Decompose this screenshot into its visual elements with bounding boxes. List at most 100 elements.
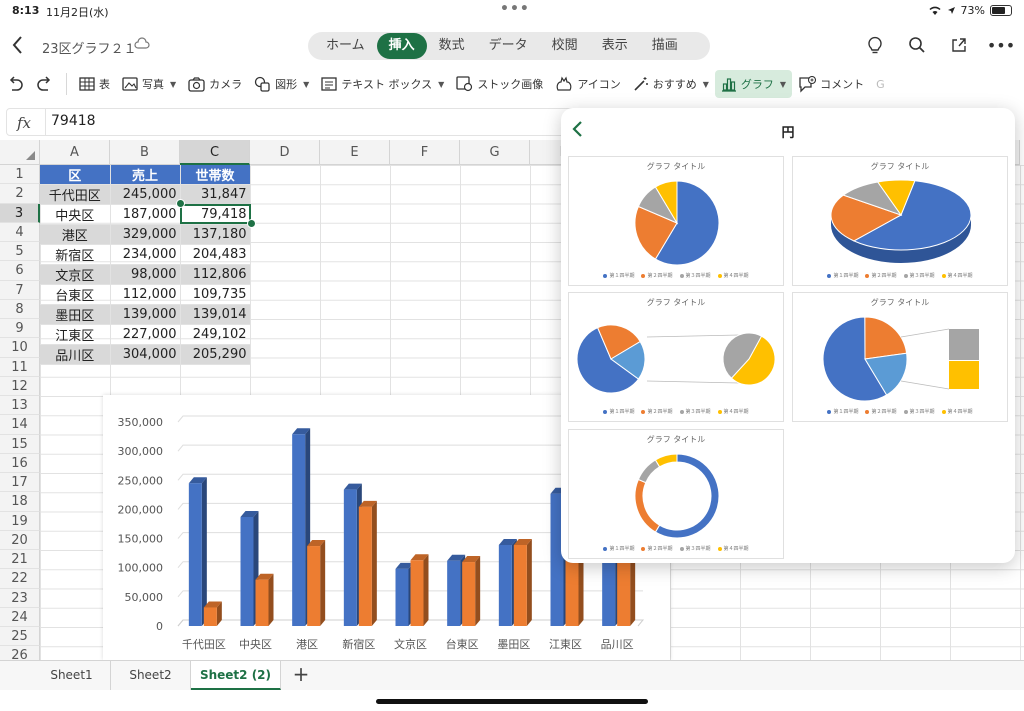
row-header-23[interactable]: 23 xyxy=(0,588,40,608)
insert-chart-button[interactable]: グラフ ▼ xyxy=(714,70,793,98)
households-cell[interactable]: 112,806 xyxy=(180,264,251,285)
row-header-13[interactable]: 13 xyxy=(0,396,40,416)
households-cell[interactable]: 139,014 xyxy=(180,304,251,325)
selection-handle-bottom-right[interactable] xyxy=(246,219,256,228)
ward-name-cell[interactable]: 千代田区 xyxy=(40,184,111,205)
more-options-icon[interactable]: ••• xyxy=(987,34,1015,56)
table-header-cell[interactable]: 売上 xyxy=(110,165,181,185)
sheet-tab-2[interactable]: Sheet2 (2) xyxy=(191,661,281,690)
row-header-11[interactable]: 11 xyxy=(0,357,40,377)
row-header-14[interactable]: 14 xyxy=(0,415,40,435)
sales-cell[interactable]: 304,000 xyxy=(110,344,181,365)
chart-thumbnail-doughnut[interactable]: グラフ タイトル 第１四半期 第２四半期 第３四半期 第４四半期 xyxy=(568,429,784,559)
tab-6[interactable]: 描画 xyxy=(640,33,690,59)
bar[interactable] xyxy=(498,544,512,626)
formula-input[interactable]: 79418 xyxy=(51,113,96,129)
column-header-a[interactable]: A xyxy=(40,140,110,165)
tab-3[interactable]: データ xyxy=(477,33,540,59)
row-header-15[interactable]: 15 xyxy=(0,434,40,454)
row-header-4[interactable]: 4 xyxy=(0,222,40,242)
row-header-3[interactable]: 3 xyxy=(0,203,40,223)
column-header-b[interactable]: B xyxy=(110,140,180,165)
tab-4[interactable]: 校閲 xyxy=(540,33,590,59)
sales-cell[interactable]: 227,000 xyxy=(110,324,181,345)
table-header-cell[interactable]: 世帯数 xyxy=(180,165,251,185)
chart-thumbnail-pie[interactable]: グラフ タイトル 第１四半期 第２四半期 第３四半期 第４四半期 xyxy=(568,156,784,286)
row-header-12[interactable]: 12 xyxy=(0,376,40,396)
row-header-18[interactable]: 18 xyxy=(0,492,40,512)
chart-thumbnail-pie-of-pie[interactable]: グラフ タイトル 第１四半期 第２四半期 第３四半期 第４四半期 xyxy=(568,292,784,422)
row-header-10[interactable]: 10 xyxy=(0,338,40,358)
households-cell[interactable]: 204,483 xyxy=(180,244,251,265)
households-cell[interactable]: 31,847 xyxy=(180,184,251,205)
sales-cell[interactable]: 234,000 xyxy=(110,244,181,265)
back-chevron-icon[interactable] xyxy=(10,34,26,56)
icons-button[interactable]: アイコン xyxy=(549,70,626,98)
bar[interactable] xyxy=(395,568,409,626)
households-cell[interactable]: 249,102 xyxy=(180,324,251,345)
row-header-8[interactable]: 8 xyxy=(0,299,40,319)
tab-5[interactable]: 表示 xyxy=(590,33,640,59)
households-cell[interactable]: 205,290 xyxy=(180,344,251,365)
home-indicator[interactable] xyxy=(376,699,648,704)
households-cell[interactable]: 109,735 xyxy=(180,284,251,305)
bar[interactable] xyxy=(462,562,476,626)
chart-thumbnail-bar-of-pie[interactable]: グラフ タイトル 第１四半期 第２四半期 第３四半期 第４四半期 xyxy=(792,292,1008,422)
formula-bar[interactable]: fx 79418 xyxy=(6,108,581,136)
row-header-9[interactable]: 9 xyxy=(0,319,40,339)
row-header-1[interactable]: 1 xyxy=(0,165,40,185)
row-header-19[interactable]: 19 xyxy=(0,511,40,531)
insert-shapes-button[interactable]: 図形 ▼ xyxy=(248,70,315,98)
ward-name-cell[interactable]: 港区 xyxy=(40,224,111,245)
insert-camera-button[interactable]: カメラ xyxy=(182,70,248,98)
ward-name-cell[interactable]: 文京区 xyxy=(40,264,111,285)
sheet-tab-0[interactable]: Sheet1 xyxy=(33,661,111,690)
insert-comment-button[interactable]: コメント xyxy=(792,70,870,98)
bar[interactable] xyxy=(447,560,461,626)
bar[interactable] xyxy=(188,483,202,626)
row-header-16[interactable]: 16 xyxy=(0,453,40,473)
bar[interactable] xyxy=(255,579,269,626)
row-header-7[interactable]: 7 xyxy=(0,280,40,300)
redo-button[interactable] xyxy=(30,70,60,98)
row-header-2[interactable]: 2 xyxy=(0,184,40,204)
tab-0[interactable]: ホーム xyxy=(314,33,377,59)
row-header-20[interactable]: 20 xyxy=(0,530,40,550)
selected-cell-c3[interactable] xyxy=(180,203,251,224)
bar[interactable] xyxy=(203,607,217,626)
row-header-22[interactable]: 22 xyxy=(0,569,40,589)
column-header-e[interactable]: E xyxy=(320,140,390,165)
ward-name-cell[interactable]: 中央区 xyxy=(40,204,111,225)
multitasking-dots-icon[interactable]: ••• xyxy=(500,1,530,17)
insert-textbox-button[interactable]: テキスト ボックス ▼ xyxy=(315,70,450,98)
row-header-24[interactable]: 24 xyxy=(0,607,40,627)
stock-images-button[interactable]: ストック画像 xyxy=(450,70,549,98)
row-header-5[interactable]: 5 xyxy=(0,242,40,262)
row-header-26[interactable]: 26 xyxy=(0,646,40,660)
sales-cell[interactable]: 245,000 xyxy=(110,184,181,205)
row-header-6[interactable]: 6 xyxy=(0,261,40,281)
select-all-corner[interactable] xyxy=(0,140,40,165)
bar[interactable] xyxy=(513,544,527,626)
insert-picture-button[interactable]: 写真 ▼ xyxy=(116,70,182,98)
ward-name-cell[interactable]: 新宿区 xyxy=(40,244,111,265)
bar[interactable] xyxy=(307,546,321,626)
add-sheet-button[interactable]: + xyxy=(282,661,320,690)
bar[interactable] xyxy=(240,517,254,626)
recommended-button[interactable]: おすすめ ▼ xyxy=(627,70,715,98)
document-title[interactable]: 23区グラフ２１ xyxy=(42,38,137,57)
chart-thumbnail-pie-3d[interactable]: グラフ タイトル 第１四半期 第２四半期 第３四半期 第４四半期 xyxy=(792,156,1008,286)
sales-cell[interactable]: 187,000 xyxy=(110,204,181,225)
more-ribbon-icon[interactable]: G xyxy=(870,70,891,98)
lightbulb-icon[interactable] xyxy=(864,34,886,56)
row-header-21[interactable]: 21 xyxy=(0,550,40,570)
ward-name-cell[interactable]: 台東区 xyxy=(40,284,111,305)
column-header-g[interactable]: G xyxy=(460,140,530,165)
ward-name-cell[interactable]: 墨田区 xyxy=(40,304,111,325)
column-header-f[interactable]: F xyxy=(390,140,460,165)
selection-handle-top-left[interactable] xyxy=(175,199,185,208)
sales-cell[interactable]: 98,000 xyxy=(110,264,181,285)
undo-button[interactable] xyxy=(0,70,30,98)
bar[interactable] xyxy=(292,434,306,626)
search-icon[interactable] xyxy=(906,34,928,56)
